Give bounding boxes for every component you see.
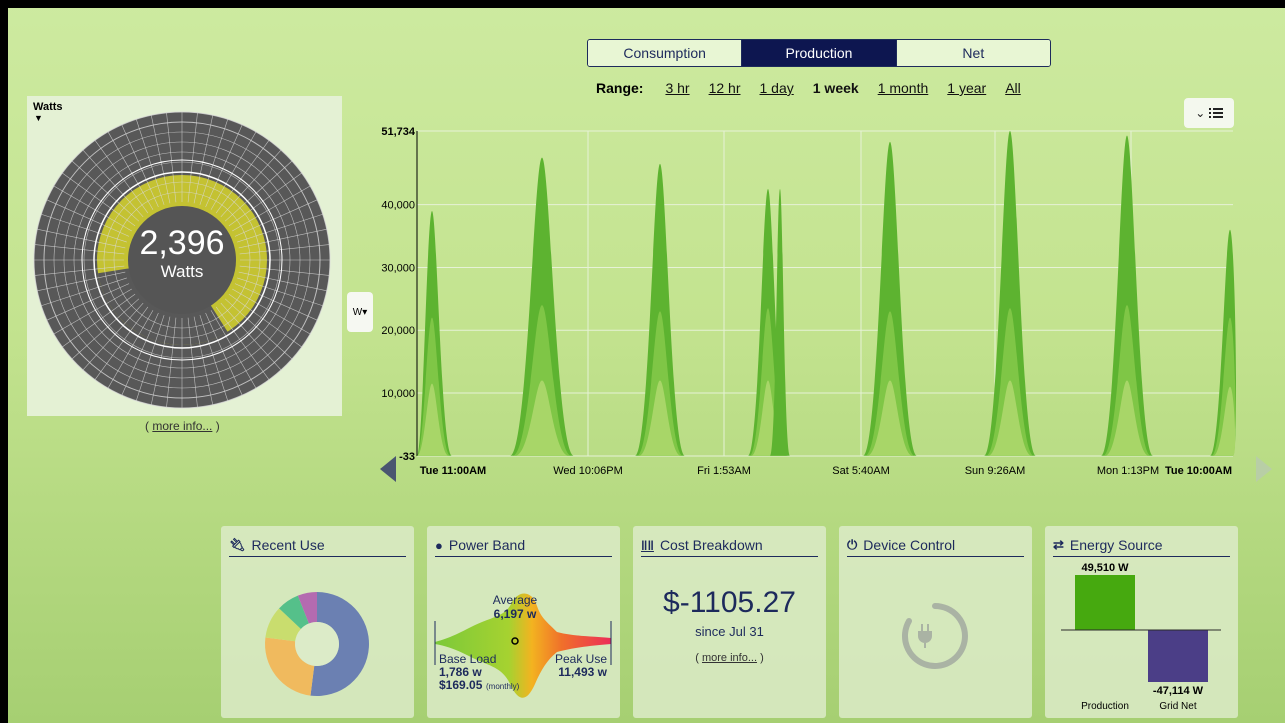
y-tick-label: 30,000 (381, 262, 415, 274)
y-tick-label: 10,000 (381, 388, 415, 400)
device-control-header: ⏻ Device Control (847, 534, 1024, 557)
recent-use-card[interactable]: 🔌︎ Recent Use (221, 526, 414, 718)
plug-icon: 🔌︎ (229, 537, 246, 552)
recent-use-donut (265, 592, 369, 696)
gauge-unit: Watts (161, 262, 204, 281)
x-tick-label: Tue 11:00AM (420, 465, 486, 477)
exchange-icon: ⇄ (1053, 537, 1064, 552)
chevron-down-icon: ⌄ (1195, 106, 1209, 120)
cost-amount: $-1105.27 (663, 586, 796, 619)
device-control-card[interactable]: ⏻ Device Control (839, 526, 1032, 718)
peak-use-label: Peak Use (555, 652, 607, 666)
range-option-1day[interactable]: 1 day (760, 80, 794, 96)
cost-more-info-link[interactable]: ( more info... ) (633, 652, 826, 664)
cost-breakdown-card[interactable]: ‖‖ Cost Breakdown $-1105.27 since Jul 31… (633, 526, 826, 718)
range-option-12hr[interactable]: 12 hr (709, 80, 741, 96)
x-tick-label: Mon 1:13PM (1097, 465, 1159, 477)
list-icon (1208, 108, 1223, 118)
gauge-value: 2,396 (139, 224, 224, 262)
cost-more-info-text[interactable]: more info... (702, 652, 757, 664)
gauge-more-info-link[interactable]: ( more info... ) (145, 419, 220, 433)
gauge-title: Watts (33, 101, 63, 113)
y-tick-label: -33 (399, 451, 415, 463)
power-band-title: Power Band (448, 537, 526, 553)
range-selector: Range: 3 hr 12 hr 1 day 1 week 1 month 1… (596, 80, 1040, 96)
peak-use-value: 11,493 w (558, 665, 607, 679)
cost-breakdown-header: ‖‖ Cost Breakdown (641, 534, 818, 557)
grid-net-value: -47,114 W (1153, 685, 1204, 697)
x-tick-label: Tue 10:00AM (1165, 465, 1232, 477)
y-tick-label: 51,734 (381, 126, 416, 138)
dashboard-icon: ● (435, 537, 443, 553)
window-frame-top (0, 0, 1285, 8)
plug-icon (918, 624, 932, 648)
range-option-1year[interactable]: 1 year (947, 80, 986, 96)
gauge-more-info-text[interactable]: more info... (152, 419, 212, 433)
base-load-label: Base Load (439, 652, 496, 666)
energy-source-chart: 49,510 W -47,114 W Production Grid Net (1061, 562, 1221, 712)
power-icon: ⏻ (847, 537, 858, 552)
tab-net[interactable]: Net (896, 40, 1050, 66)
range-label: Range: (596, 80, 644, 96)
grid-net-bar (1148, 630, 1208, 682)
x-tick-label: Sat 5:40AM (832, 465, 889, 477)
energy-source-header: ⇄ Energy Source (1053, 534, 1230, 557)
power-band-chart: Average 6,197 w Base Load 1,786 w $169.0… (434, 593, 612, 698)
x-tick-label: Sun 9:26AM (965, 465, 1026, 477)
power-band-card[interactable]: ● Power Band Average 6,197 w Base Load 1… (427, 526, 620, 718)
range-option-all[interactable]: All (1005, 80, 1021, 96)
cost-breakdown-title: Cost Breakdown (659, 537, 763, 553)
caret-down-icon[interactable]: ▼ (34, 113, 43, 123)
range-option-1week[interactable]: 1 week (813, 80, 859, 96)
cost-since: since Jul 31 (695, 624, 764, 639)
production-value: 49,510 W (1081, 562, 1129, 574)
average-label: Average (493, 593, 538, 607)
energy-source-title: Energy Source (1069, 537, 1163, 553)
base-load-value: 1,786 w (439, 665, 482, 679)
range-option-3hr[interactable]: 3 hr (665, 80, 689, 96)
production-bar (1075, 575, 1135, 630)
y-tick-label: 20,000 (381, 325, 415, 337)
chart-next-arrow-icon[interactable] (1256, 456, 1272, 482)
recent-use-title: Recent Use (251, 537, 325, 553)
range-option-1month[interactable]: 1 month (878, 80, 929, 96)
watts-gauge: 2,396 Watts (27, 96, 342, 416)
loading-spinner-icon (902, 603, 968, 669)
energy-source-card[interactable]: ⇄ Energy Source 49,510 W -47,114 W Produ… (1045, 526, 1238, 718)
x-tick-label: Wed 10:06PM (553, 465, 623, 477)
base-load-cost-note: (monthly) (486, 682, 520, 691)
average-value: 6,197 w (494, 607, 537, 621)
donut-hole (295, 622, 339, 666)
chart-prev-arrow-icon[interactable] (380, 456, 396, 482)
tab-consumption[interactable]: Consumption (588, 40, 743, 66)
device-control-title: Device Control (863, 537, 956, 553)
x-tick-label: Fri 1:53AM (697, 465, 751, 477)
production-chart: 51,734 40,000 30,000 20,000 10,000 -33 Tue 11:… (381, 126, 1237, 477)
window-frame-left (0, 0, 8, 723)
power-band-header: ● Power Band (435, 534, 612, 557)
base-load-cost: $169.05 (439, 678, 483, 692)
production-label: Production (1081, 701, 1129, 712)
view-tabs: Consumption Production Net (587, 39, 1051, 67)
y-tick-label: 40,000 (381, 200, 415, 212)
grid-net-label: Grid Net (1159, 701, 1196, 712)
tab-production[interactable]: Production (742, 40, 897, 66)
bar-chart-icon: ‖‖ (641, 537, 654, 553)
recent-use-header: 🔌︎ Recent Use (229, 534, 406, 557)
